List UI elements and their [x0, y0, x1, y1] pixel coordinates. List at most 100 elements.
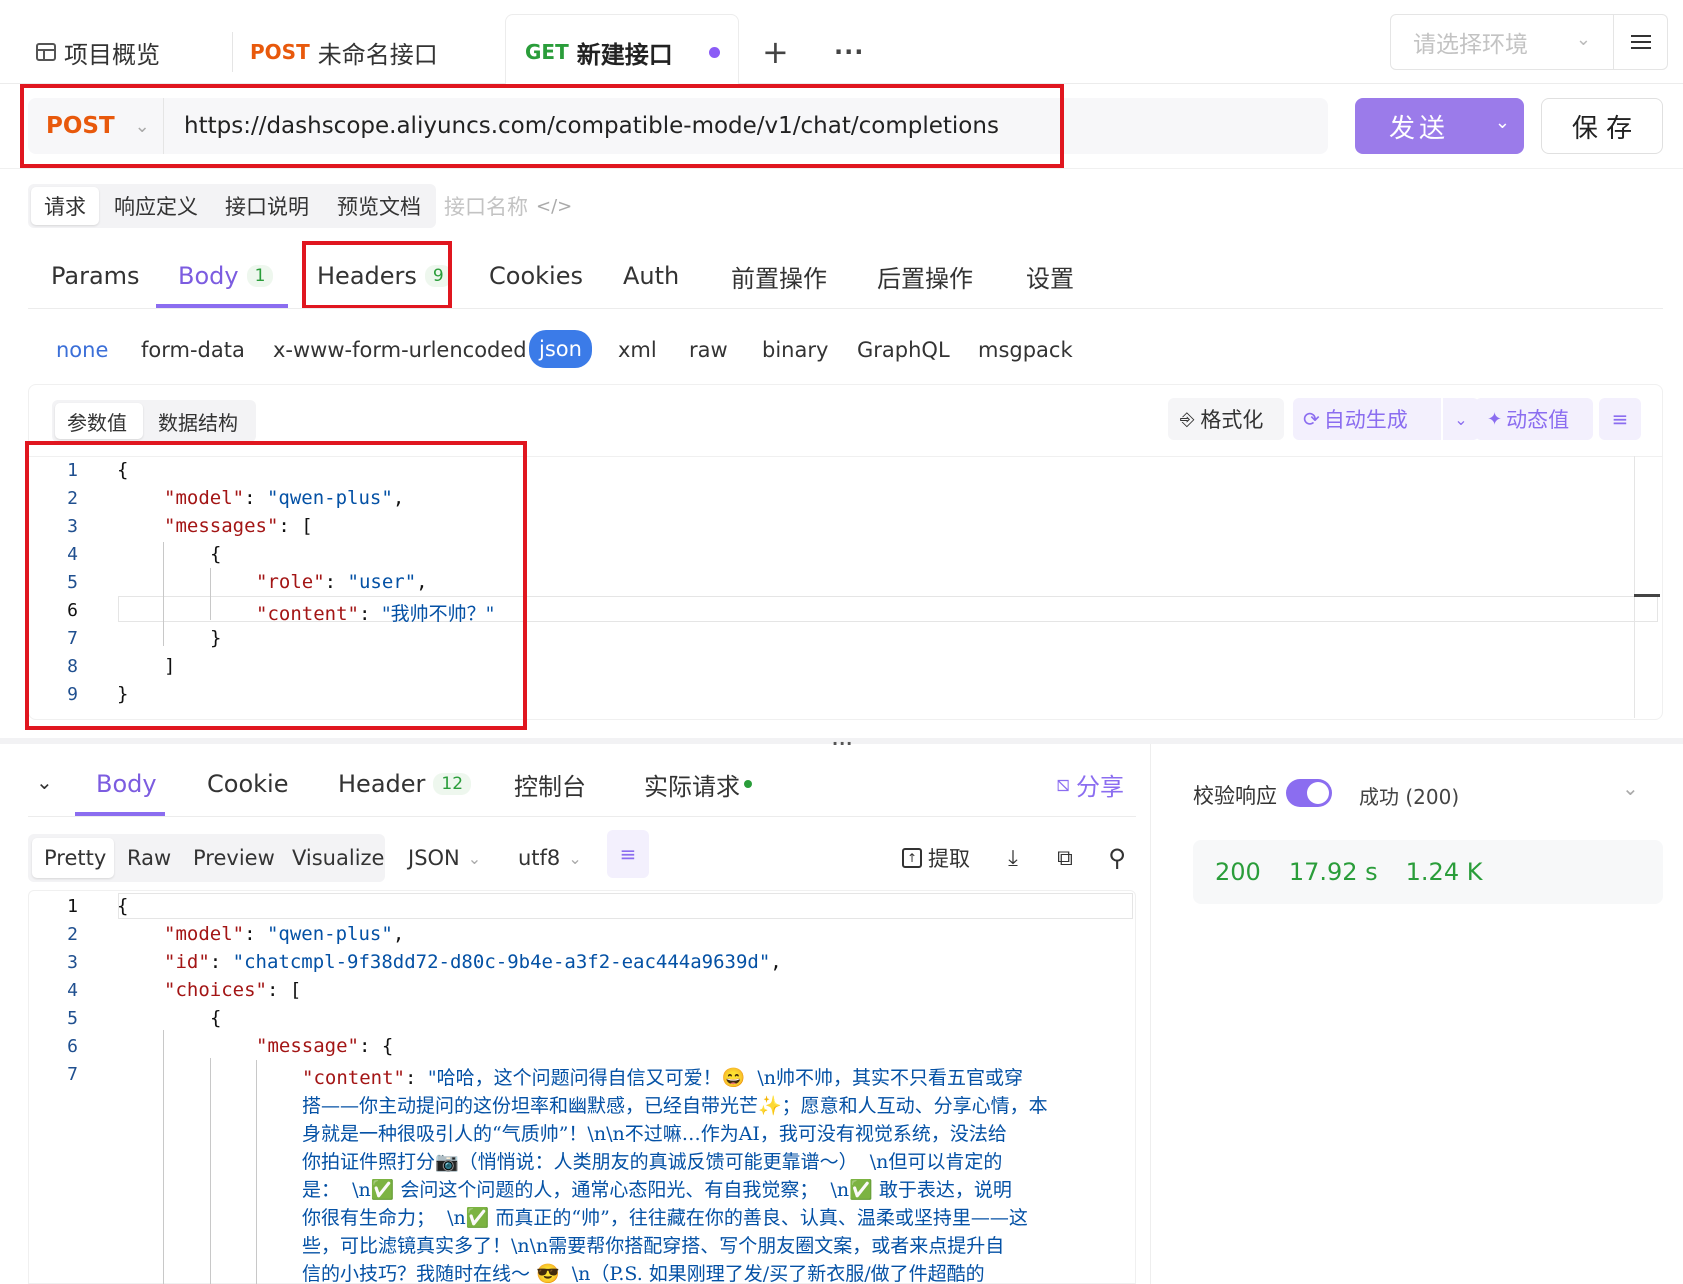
magic-format-icon: ⎆ — [1180, 408, 1195, 430]
send-button[interactable]: 发送 ⌄ — [1355, 98, 1524, 154]
json-key: "content" — [302, 1067, 405, 1089]
share-button[interactable]: ⧅ 分享 — [1056, 760, 1124, 808]
code-line: "message": { — [256, 1035, 394, 1057]
wrap-lines-button[interactable]: ≡ — [607, 830, 649, 878]
chevron-down-icon: ⌄ — [1454, 409, 1468, 429]
divider — [0, 168, 1683, 169]
extract-button[interactable]: ↑ 提取 — [892, 838, 980, 878]
tab-cookies[interactable]: Cookies — [489, 252, 583, 300]
line-number: 2 — [67, 924, 78, 945]
code-icon: </> — [536, 195, 573, 217]
validate-toggle[interactable] — [1286, 779, 1332, 807]
code-line: 你很有生命力； \n✅ 而真正的“帅”，往往藏在你的善良、认真、温柔或坚持里——… — [302, 1207, 1028, 1229]
wrap-lines-button[interactable]: ≡ — [1599, 398, 1641, 440]
tab-params[interactable]: Params — [51, 252, 140, 300]
response-tab-cookie[interactable]: Cookie — [207, 760, 288, 808]
auto-generate-dropdown[interactable]: ⌄ — [1443, 398, 1479, 440]
response-tab-actual-request[interactable]: 实际请求 — [644, 760, 752, 808]
tab-untitled-post[interactable]: POST 未命名接口 — [250, 20, 438, 84]
auto-generate-button[interactable]: ⟳ 自动生成 — [1293, 398, 1441, 440]
refresh-icon: ⟳ — [1303, 407, 1320, 431]
response-time: 17.92 s — [1288, 858, 1378, 886]
body-type-binary[interactable]: binary — [762, 333, 828, 367]
body-type-xml[interactable]: xml — [618, 333, 657, 367]
mode-data-structure[interactable]: 数据结构 — [146, 403, 250, 439]
code-line: 是： \n✅ 会问这个问题的人，通常心态阳光、有自我觉察； \n✅ 敢于表达，说… — [302, 1179, 1012, 1201]
magic-wand-icon: ✦ — [1487, 408, 1503, 430]
layout-icon — [36, 43, 56, 61]
body-type-form-data[interactable]: form-data — [141, 333, 245, 367]
body-type-none[interactable]: none — [56, 333, 108, 367]
json-key: "choices" — [164, 979, 267, 1001]
wrap-icon: ≡ — [1611, 407, 1629, 431]
download-icon[interactable]: ⤓ — [998, 840, 1028, 876]
tab-label: Header — [338, 770, 426, 798]
divider — [28, 816, 1136, 817]
response-tab-header[interactable]: Header 12 — [338, 760, 472, 808]
environment-placeholder: 请选择环境 — [1413, 32, 1528, 58]
segment-api-description[interactable]: 接口说明 — [213, 187, 321, 225]
tab-label: 项目概览 — [64, 40, 160, 69]
more-icon: ··· — [834, 38, 865, 66]
collapse-chevron-icon[interactable]: ⌄ — [36, 770, 53, 794]
highlight-box-headers — [302, 241, 452, 309]
tab-label: 实际请求 — [644, 772, 740, 801]
mode-param-value[interactable]: 参数值 — [55, 403, 139, 439]
view-raw[interactable]: Raw — [117, 838, 181, 878]
tab-project-overview[interactable]: 项目概览 — [36, 20, 160, 84]
send-label: 发送 — [1389, 113, 1450, 144]
tab-label: Body — [178, 262, 239, 290]
tab-new-get[interactable]: GET 新建接口 — [525, 20, 720, 84]
save-button[interactable]: 保 存 — [1541, 98, 1663, 154]
dynamic-value-button[interactable]: ✦ 动态值 — [1475, 398, 1593, 440]
segment-preview-doc[interactable]: 预览文档 — [325, 187, 433, 225]
api-name-input[interactable]: 接口名称 </> — [432, 187, 584, 225]
format-label: 格式化 — [1200, 408, 1264, 432]
tab-auth[interactable]: Auth — [623, 252, 679, 300]
body-type-json[interactable]: json — [529, 330, 592, 368]
dynamic-value-label: 动态值 — [1506, 408, 1570, 432]
add-tab-button[interactable]: + — [762, 20, 789, 84]
menu-button[interactable] — [1614, 14, 1668, 70]
unsaved-dot-icon — [708, 46, 720, 58]
tab-pre-request[interactable]: 前置操作 — [731, 252, 827, 300]
encoding-value: utf8 — [518, 846, 561, 870]
tab-body[interactable]: Body 1 — [178, 252, 274, 300]
tab-settings[interactable]: 设置 — [1026, 252, 1074, 300]
response-tab-body[interactable]: Body — [96, 760, 157, 808]
tab-post-request[interactable]: 后置操作 — [877, 252, 973, 300]
chevron-down-icon[interactable]: ⌄ — [1622, 776, 1639, 800]
method-tag: POST — [250, 40, 310, 64]
view-visualize[interactable]: Visualize — [282, 838, 394, 878]
more-tabs-button[interactable]: ··· — [834, 20, 864, 84]
body-type-urlencoded[interactable]: x-www-form-urlencoded — [273, 333, 527, 367]
drag-handle-icon[interactable]: ··· — [832, 734, 853, 753]
copy-icon[interactable]: ⧉ — [1050, 840, 1080, 876]
status-code: 200 — [1215, 858, 1261, 886]
environment-select[interactable]: 请选择环境 ⌄ — [1390, 14, 1614, 70]
tab-label: 新建接口 — [576, 40, 673, 69]
format-button[interactable]: ⎆ 格式化 — [1168, 398, 1284, 440]
indent-guide — [163, 1030, 164, 1284]
json-value: "qwen-plus" — [266, 923, 393, 945]
indent-guide — [210, 1058, 211, 1284]
response-size: 1.24 K — [1405, 858, 1483, 886]
code-line: 信的小技巧？我随时在线～ 😎 \n（P.S. 如果刚理了发/买了新衣服/做了件超… — [302, 1263, 985, 1284]
body-type-msgpack[interactable]: msgpack — [978, 333, 1073, 367]
body-type-raw[interactable]: raw — [689, 333, 728, 367]
code-line: { — [117, 895, 129, 917]
segment-request[interactable]: 请求 — [32, 187, 98, 225]
scrollbar-track[interactable] — [1634, 456, 1635, 718]
encoding-select[interactable]: utf8 ⌄ — [508, 838, 592, 878]
format-select[interactable]: JSON ⌄ — [398, 838, 491, 878]
code-line: 你拍证件照打分📷（悄悄说：人类朋友的真诚反馈可能更靠谱～） \n但可以肯定的 — [302, 1151, 1003, 1173]
segment-response-definition[interactable]: 响应定义 — [102, 187, 210, 225]
body-type-graphql[interactable]: GraphQL — [857, 333, 950, 367]
view-pretty[interactable]: Pretty — [34, 838, 116, 878]
view-preview[interactable]: Preview — [183, 838, 285, 878]
line-number: 4 — [67, 980, 78, 1001]
code-line: 身就是一种很吸引人的“气质帅”！\n\n不过嘛…作为AI，我可没有视觉系统，没法… — [302, 1123, 1007, 1145]
method-tag: GET — [525, 40, 569, 64]
response-tab-console[interactable]: 控制台 — [514, 760, 586, 808]
search-icon[interactable]: ⚲ — [1102, 840, 1132, 876]
